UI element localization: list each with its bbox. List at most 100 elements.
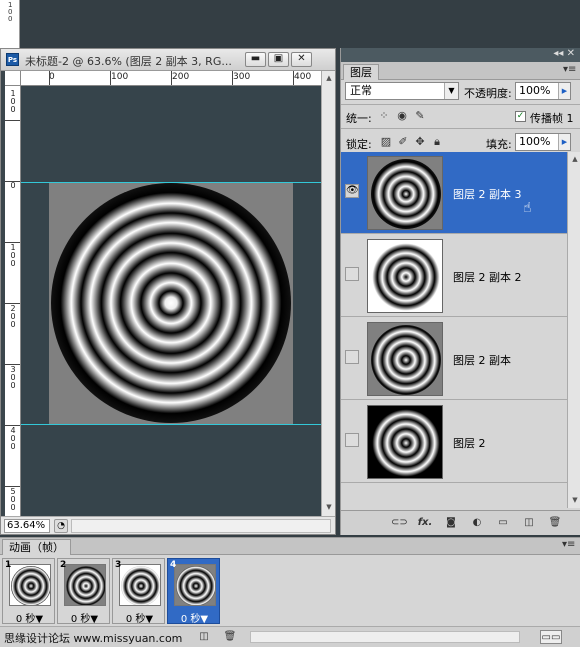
layers-toolbar: ⊂⊃ fx. ◙ ◐ ▭ ◫ 🗑︎ [341, 510, 580, 535]
scroll-down-icon[interactable]: ▼ [323, 501, 335, 513]
layer-name: 图层 2 副本 3 [453, 188, 522, 201]
layer-thumbnail [367, 405, 443, 479]
close-button[interactable]: ✕ [291, 52, 312, 67]
tab-animation[interactable]: 动画（帧） [2, 539, 71, 555]
restore-button[interactable]: ▣ [268, 52, 289, 67]
frame-number: 3 [115, 560, 122, 570]
trash-icon[interactable]: 🗑︎ [547, 516, 563, 530]
lock-pixels-icon[interactable]: ✐ [396, 135, 410, 149]
arrow-right-icon[interactable]: ▶ [558, 83, 570, 99]
guide-line[interactable] [21, 182, 321, 183]
ruler-label: 300 [233, 72, 251, 82]
tab-layers[interactable]: 图层 [343, 64, 379, 80]
animation-frame[interactable]: 4 0 秒▼ [167, 558, 221, 625]
eye-icon[interactable]: 👁︎ [345, 184, 359, 198]
unify-style-icon[interactable]: ✎ [413, 109, 427, 123]
ruler-tick [5, 120, 20, 121]
fill-field[interactable]: 100% ▶ [515, 133, 571, 151]
timeline-toggle-icon[interactable]: ▭▭ [540, 630, 562, 644]
ruler-tick [5, 425, 20, 426]
vertical-ruler-fragment: 1 0 0 [0, 0, 20, 48]
duplicate-frame-icon[interactable]: ◫ [196, 630, 212, 644]
horizontal-scrollbar[interactable] [71, 519, 331, 533]
blend-mode-select[interactable]: 正常 ▼ [345, 82, 459, 100]
unify-label: 统一: [346, 112, 372, 125]
ruler-label: 1 0 0 [10, 89, 16, 114]
chevron-down-icon: ▼ [444, 83, 458, 99]
new-layer-icon[interactable]: ◫ [521, 516, 537, 530]
lock-label: 锁定: [346, 138, 372, 151]
layers-scrollbar[interactable]: ▲ ▼ [567, 152, 580, 508]
layer-list[interactable]: 👁︎ 图层 2 副本 3 ☝ 图层 2 副本 2 图层 2 副本 图层 2 [341, 152, 567, 508]
layer-name: 图层 2 副本 [453, 354, 511, 367]
visibility-toggle[interactable] [345, 267, 359, 281]
arrow-right-icon[interactable]: ▶ [558, 134, 570, 150]
frame-number: 2 [60, 560, 67, 570]
vertical-ruler[interactable]: 1 0 0 0 1 0 0 2 0 0 3 0 0 4 0 0 5 0 0 [5, 86, 21, 516]
horizontal-ruler[interactable]: 0 100 200 300 400 [21, 71, 321, 86]
photoshop-icon: Ps [6, 53, 19, 66]
minimize-button[interactable]: ▬ [245, 52, 266, 67]
collapse-icon[interactable]: ◂◂ ✕ [553, 48, 575, 59]
link-icon[interactable]: ⊂⊃ [391, 516, 408, 530]
group-icon[interactable]: ▭ [495, 516, 511, 530]
zoom-field[interactable]: 63.64% [4, 519, 50, 533]
ruler-label: 4 0 0 [10, 426, 16, 451]
frame-delay[interactable]: 0 秒▼ [3, 610, 56, 625]
frames-scrollbar[interactable] [250, 631, 520, 643]
trash-icon[interactable]: 🗑︎ [222, 630, 238, 644]
layers-panel[interactable]: ◂◂ ✕ 图层 ▾≡ 正常 ▼ 不透明度: 100% ▶ 统一: ⁘ ◉ ✎ ✓… [340, 48, 580, 535]
ruler-label: 200 [172, 72, 190, 82]
ruler-tick [293, 71, 294, 85]
layer-row[interactable]: 👁︎ 图层 2 副本 3 ☝ [341, 152, 567, 234]
unify-visibility-icon[interactable]: ◉ [395, 109, 409, 123]
panel-dock-bar[interactable]: ◂◂ ✕ [341, 48, 580, 62]
fx-icon[interactable]: fx. [417, 516, 433, 530]
status-menu-icon[interactable]: ◔ [54, 519, 68, 533]
ruler-tick [5, 242, 20, 243]
layer-row[interactable]: 图层 2 [341, 401, 567, 483]
panel-menu-icon[interactable]: ▾≡ [563, 65, 576, 75]
adjustment-icon[interactable]: ◐ [469, 516, 485, 530]
divider [341, 104, 580, 105]
ruler-label: 400 [294, 72, 312, 82]
animation-frame[interactable]: 2 0 秒▼ [57, 558, 111, 625]
ruler-label: 100 [111, 72, 129, 82]
visibility-toggle[interactable] [345, 433, 359, 447]
canvas-area[interactable] [21, 86, 321, 516]
scroll-up-icon[interactable]: ▲ [323, 72, 335, 84]
vertical-scrollbar[interactable]: ▲ ▼ [321, 71, 335, 516]
artboard[interactable] [49, 182, 293, 424]
animation-frame[interactable]: 3 0 秒▼ [112, 558, 166, 625]
layer-row[interactable]: 图层 2 副本 [341, 318, 567, 400]
guide-line[interactable] [21, 424, 321, 425]
layer-row[interactable]: 图层 2 副本 2 [341, 235, 567, 317]
ruler-tick [5, 364, 20, 365]
fill-value: 100% [519, 135, 551, 148]
lock-transparency-icon[interactable]: ▨ [379, 135, 393, 149]
document-title-bar[interactable]: Ps 未标题-2 @ 63.6% (图层 2 副本 3, RG... ▬ ▣ ✕ [1, 49, 335, 71]
propagate-checkbox[interactable]: ✓ [515, 111, 526, 122]
lock-all-icon[interactable]: 🔒︎ [430, 135, 444, 149]
unify-position-icon[interactable]: ⁘ [377, 109, 391, 123]
lock-position-icon[interactable]: ✥ [413, 135, 427, 149]
animation-frame[interactable]: 1 0 秒▼ [2, 558, 56, 625]
scroll-up-icon[interactable]: ▲ [569, 153, 580, 165]
frame-thumbnail [119, 564, 161, 606]
hand-cursor-icon: ☝ [523, 200, 532, 216]
frame-delay[interactable]: 0 秒▼ [168, 610, 221, 625]
opacity-field[interactable]: 100% ▶ [515, 82, 571, 100]
visibility-toggle[interactable] [345, 350, 359, 364]
mask-icon[interactable]: ◙ [443, 516, 459, 530]
document-title: 未标题-2 @ 63.6% (图层 2 副本 3, RG... [25, 55, 232, 68]
animation-panel[interactable]: 动画（帧） ▾≡ 1 0 秒▼ 2 0 秒▼ 3 0 秒▼ 4 0 秒▼ 思缘设… [0, 537, 580, 647]
panel-menu-icon[interactable]: ▾≡ [562, 540, 575, 550]
frame-delay[interactable]: 0 秒▼ [58, 610, 111, 625]
frame-delay[interactable]: 0 秒▼ [113, 610, 166, 625]
frame-number: 4 [170, 560, 177, 570]
ruler-tick [110, 71, 111, 85]
animation-toolbar: 思缘设计论坛 www.missyuan.com ◫ 🗑︎ ▭▭ [0, 626, 580, 647]
frame-thumbnail [9, 564, 51, 606]
document-window[interactable]: Ps 未标题-2 @ 63.6% (图层 2 副本 3, RG... ▬ ▣ ✕… [0, 48, 336, 535]
scroll-down-icon[interactable]: ▼ [569, 494, 580, 506]
